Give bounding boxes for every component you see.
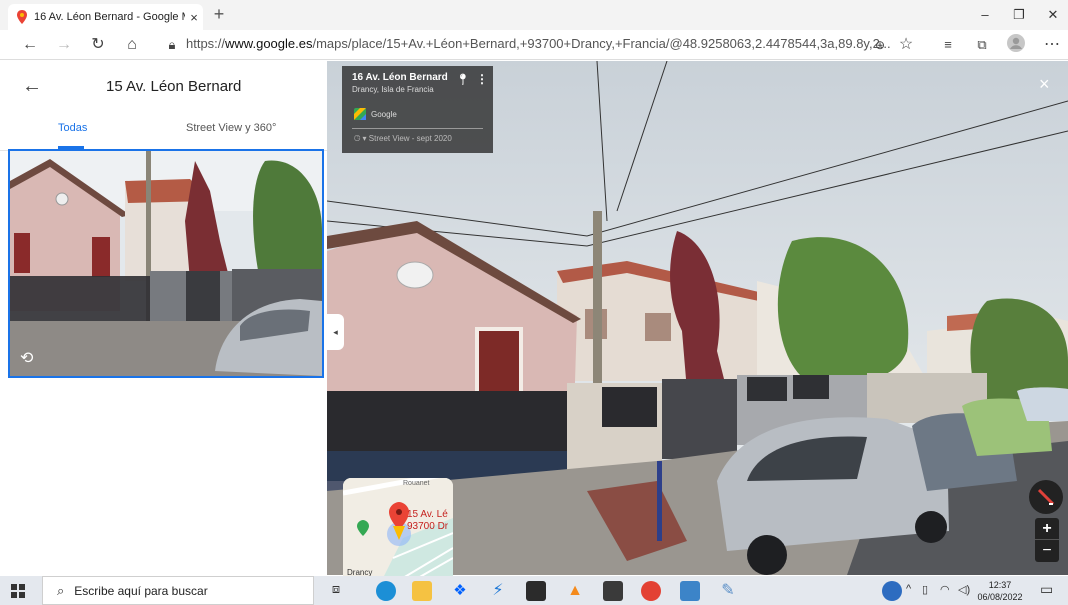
360-icon: ⟲ bbox=[20, 350, 34, 367]
favorites-list-icon[interactable]: ≡ bbox=[936, 34, 960, 56]
compass-needle-icon bbox=[1037, 488, 1055, 506]
minimap[interactable]: 15 Av. Lé 93700 Dr Rouanet Drancy bbox=[343, 478, 453, 578]
paint-icon[interactable]: ✎ bbox=[718, 581, 738, 601]
place-panel: ← 15 Av. Léon Bernard Todas Street View … bbox=[0, 61, 327, 575]
file-explorer-icon[interactable] bbox=[412, 581, 432, 601]
app-icon[interactable] bbox=[603, 581, 623, 601]
tray-chevron-icon[interactable]: ^ bbox=[906, 583, 911, 595]
chrome-icon[interactable] bbox=[641, 581, 661, 601]
capture-date-selector[interactable]: 🕓︎ ▾ Street View - sept 2020 bbox=[354, 134, 452, 144]
windows-taskbar: ⌕ Escribe aquí para buscar ⧈ ❖ ⚡︎ ▲ ✎ ^ … bbox=[0, 576, 1068, 605]
vlc-icon[interactable]: ▲ bbox=[565, 581, 585, 601]
lock-icon[interactable]: 🔒︎ bbox=[160, 34, 184, 56]
collapse-panel-button[interactable]: ◂ bbox=[327, 314, 344, 350]
address-bar[interactable]: https://www.google.es/maps/place/15+Av.+… bbox=[186, 36, 891, 51]
task-view-icon[interactable]: ⧈ bbox=[326, 581, 346, 601]
volume-icon[interactable]: ◁) bbox=[958, 583, 970, 596]
tab-title: 16 Av. Léon Bernard - Google M bbox=[34, 11, 185, 23]
google-maps-logo: Google bbox=[354, 108, 397, 120]
tab-close-icon[interactable]: × bbox=[185, 10, 203, 25]
street-view-info-card: 16 Av. Léon Bernard Drancy, Isla de Fran… bbox=[342, 66, 493, 153]
provider-label: Google bbox=[371, 109, 397, 119]
panel-back-icon[interactable]: ← bbox=[22, 75, 42, 98]
zoom-out-button[interactable]: − bbox=[1035, 540, 1059, 562]
url-prefix: https:// bbox=[186, 36, 226, 51]
notepad-icon[interactable] bbox=[680, 581, 700, 601]
street-view-thumbnail[interactable]: ⟲ bbox=[8, 149, 324, 378]
minimap-street-label: Rouanet bbox=[403, 480, 430, 487]
google-maps-icon bbox=[354, 108, 366, 120]
url-path: /maps/place/15+Av.+Léon+Bernard,+93700+D… bbox=[312, 36, 891, 51]
zoom-control: + − bbox=[1035, 518, 1059, 562]
browser-tab-bar: 16 Av. Léon Bernard - Google M × + – ❐ ✕ bbox=[0, 0, 1068, 30]
mail-icon[interactable] bbox=[526, 581, 546, 601]
site-settings-icon[interactable]: ⊕ bbox=[868, 34, 892, 56]
clock-time: 12:37 bbox=[988, 580, 1012, 590]
battery-icon[interactable]: ▯ bbox=[922, 583, 928, 596]
more-options-icon[interactable]: ⋮ bbox=[476, 72, 488, 86]
collections-icon[interactable]: ⧉ bbox=[970, 34, 994, 56]
favorite-star-icon[interactable]: ☆ bbox=[894, 34, 918, 56]
dropbox-icon[interactable]: ❖ bbox=[450, 581, 470, 601]
minimap-address-line1: 15 Av. Lé bbox=[407, 509, 448, 520]
back-arrow-icon[interactable]: ← bbox=[18, 34, 42, 56]
search-icon: ⌕ bbox=[57, 582, 65, 598]
taskbar-search-placeholder: Escribe aquí para buscar bbox=[74, 583, 208, 598]
system-clock[interactable]: 12:37 06/08/2022 bbox=[976, 579, 1024, 603]
browser-nav-bar: ← → ↻ ⌂ 🔒︎ https://www.google.es/maps/pl… bbox=[0, 30, 1068, 60]
visual-studio-icon[interactable]: ⚡︎ bbox=[488, 581, 508, 601]
zoom-in-button[interactable]: + bbox=[1035, 518, 1059, 540]
profile-avatar-icon[interactable] bbox=[1004, 34, 1028, 56]
info-card-divider bbox=[352, 128, 483, 129]
wifi-icon[interactable]: ◠ bbox=[940, 583, 950, 596]
close-street-view-icon[interactable]: × bbox=[1039, 74, 1050, 95]
tab-street-view-360[interactable]: Street View y 360° bbox=[186, 122, 276, 134]
thumbnail-image bbox=[10, 151, 322, 376]
info-card-subtitle: Drancy, Isla de Francia bbox=[352, 85, 434, 94]
edge-browser-icon[interactable] bbox=[376, 581, 396, 601]
notifications-icon[interactable]: ▭ bbox=[1040, 581, 1053, 598]
clock-date: 06/08/2022 bbox=[977, 592, 1023, 602]
url-host: www.google.es bbox=[225, 36, 313, 51]
browser-tab[interactable]: 16 Av. Léon Bernard - Google M × bbox=[8, 4, 203, 30]
help-icon[interactable] bbox=[882, 581, 902, 601]
new-tab-button[interactable]: + bbox=[208, 4, 230, 26]
minimap-address-line2: 93700 Dr bbox=[407, 521, 449, 532]
maximize-button[interactable]: ❐ bbox=[1002, 5, 1036, 25]
taskbar-search-box[interactable]: ⌕ Escribe aquí para buscar bbox=[42, 576, 314, 605]
compass-icon[interactable] bbox=[1029, 480, 1063, 514]
forward-arrow-icon[interactable]: → bbox=[52, 34, 76, 56]
photo-tabs: Todas Street View y 360° bbox=[0, 111, 327, 151]
tab-todas[interactable]: Todas bbox=[58, 122, 87, 134]
capture-date: Street View - sept 2020 bbox=[368, 134, 452, 143]
minimize-button[interactable]: – bbox=[968, 5, 1002, 25]
more-menu-icon[interactable]: ⋯ bbox=[1040, 34, 1064, 56]
place-title: 15 Av. Léon Bernard bbox=[106, 78, 242, 95]
location-pin-icon[interactable]: 📍︎ bbox=[456, 73, 470, 86]
maps-pin-icon bbox=[17, 10, 27, 24]
refresh-icon[interactable]: ↻ bbox=[86, 34, 110, 56]
window-close-button[interactable]: ✕ bbox=[1036, 5, 1068, 25]
history-clock-icon: 🕓︎ ▾ bbox=[354, 134, 369, 143]
home-icon[interactable]: ⌂ bbox=[120, 34, 144, 56]
windows-start-icon[interactable] bbox=[8, 581, 28, 601]
